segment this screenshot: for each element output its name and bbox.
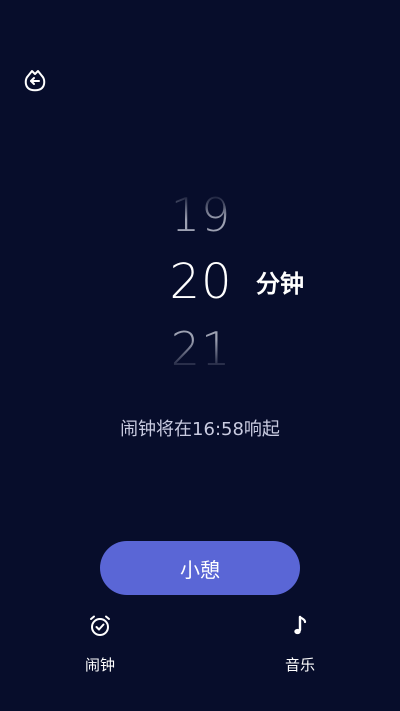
alarm-time-note: 闹钟将在16:58响起 — [120, 419, 280, 440]
snooze-button[interactable]: 小憩 — [100, 541, 300, 595]
nav-label-alarm: 闹钟 — [84, 656, 115, 674]
alarm-clock-icon — [86, 612, 114, 640]
nav-item-music[interactable]: 音乐 — [270, 612, 330, 675]
screen: 19 20 分钟 21 闹钟将在16:58响起 小憩 闹钟 音乐 — [0, 0, 400, 711]
picker-previous-value[interactable]: 19 — [156, 192, 246, 238]
bottom-navigation: 闹钟 音乐 — [0, 612, 400, 682]
picker-unit-label: 分钟 — [256, 270, 304, 298]
nav-label-music: 音乐 — [284, 656, 315, 674]
picker-selected-value[interactable]: 20 — [156, 258, 246, 306]
minute-picker[interactable]: 19 20 分钟 21 — [0, 180, 400, 380]
music-note-icon — [286, 612, 314, 640]
nav-item-alarm[interactable]: 闹钟 — [70, 612, 130, 675]
back-button[interactable] — [20, 68, 50, 98]
picker-next-value[interactable]: 21 — [156, 326, 246, 372]
back-arrow-icon — [21, 67, 49, 99]
